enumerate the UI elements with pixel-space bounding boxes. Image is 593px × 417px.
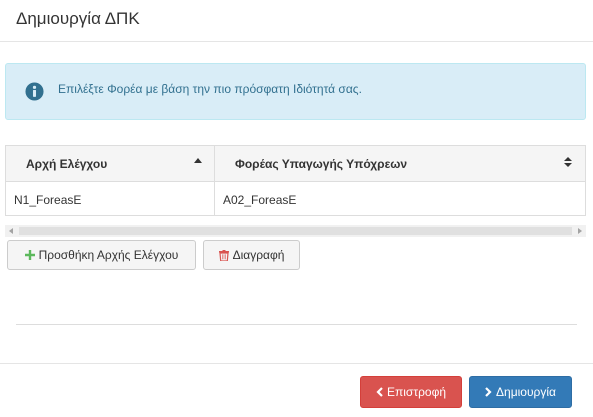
alert-message: Επιλέξτε Φορέα με βάση την πιο πρόσφατη …: [58, 82, 362, 96]
chevron-right-icon: [485, 387, 492, 397]
trash-icon: [218, 249, 229, 261]
back-button-label: Επιστροφή: [386, 385, 447, 399]
divider: [16, 324, 577, 325]
horizontal-scrollbar[interactable]: [5, 225, 586, 237]
column-header-agency[interactable]: Φορέας Υπαγωγής Υπόχρεων: [235, 157, 407, 171]
plus-icon: [24, 250, 35, 260]
create-button[interactable]: Δημιουργία: [469, 376, 572, 408]
table-row[interactable]: N1_ForeasE A02_ForeasE: [6, 182, 585, 215]
sort-ascending-icon[interactable]: [194, 157, 202, 165]
back-button[interactable]: Επιστροφή: [360, 376, 462, 408]
create-button-label: Δημιουργία: [496, 385, 556, 399]
column-header-audit-authority[interactable]: Αρχή Ελέγχου: [26, 157, 107, 171]
sort-icon[interactable]: [564, 157, 572, 167]
add-button-label: Προσθήκη Αρχής Ελέγχου: [38, 248, 179, 262]
delete-button[interactable]: Διαγραφή: [203, 240, 300, 270]
modal-header: Δημιουργία ΔΠΚ: [0, 0, 593, 42]
info-alert: Επιλέξτε Φορέα με βάση την πιο πρόσφατη …: [5, 63, 586, 120]
chevron-left-icon: [376, 387, 383, 397]
delete-button-label: Διαγραφή: [232, 248, 285, 262]
add-audit-authority-button[interactable]: Προσθήκη Αρχής Ελέγχου: [7, 240, 196, 270]
data-grid: Αρχή Ελέγχου Φορέας Υπαγωγής Υπόχρεων N1…: [5, 145, 586, 216]
cell-audit-authority: N1_ForeasE: [14, 193, 82, 207]
scrollbar-thumb[interactable]: [19, 227, 572, 235]
info-circle-icon: [25, 82, 44, 101]
grid-header: Αρχή Ελέγχου Φορέας Υπαγωγής Υπόχρεων: [6, 146, 585, 182]
footer-divider: [0, 363, 593, 364]
scroll-right-icon[interactable]: [578, 228, 582, 234]
cell-agency: A02_ForeasE: [223, 193, 297, 207]
scroll-left-icon[interactable]: [9, 228, 13, 234]
modal-title: Δημιουργία ΔΠΚ: [16, 9, 140, 28]
